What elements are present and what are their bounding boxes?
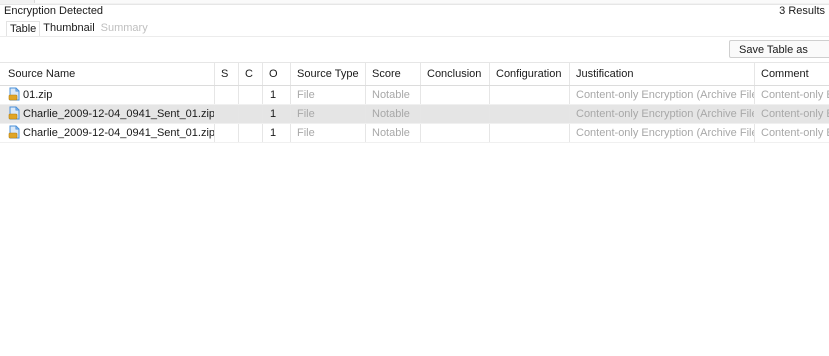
tab-summary: Summary xyxy=(100,22,148,34)
table-row[interactable]: 01.zip 1 File Notable Content-only Encry… xyxy=(0,86,829,105)
tab-thumbnail[interactable]: Thumbnail xyxy=(40,21,97,36)
source-type-cell: File xyxy=(291,105,366,123)
column-header-s[interactable]: S xyxy=(215,63,239,85)
configuration-cell xyxy=(490,124,570,142)
column-header-c[interactable]: C xyxy=(239,63,263,85)
column-header-source-type[interactable]: Source Type xyxy=(291,63,366,85)
conclusion-cell xyxy=(421,86,490,104)
source-name-text: Charlie_2009-12-04_0941_Sent_01.zip xyxy=(23,108,215,120)
file-zip-icon xyxy=(8,87,21,101)
top-strip-inner xyxy=(34,0,829,3)
table-header: Source Name S C O Source Type Score Conc… xyxy=(0,62,829,86)
configuration-cell xyxy=(490,86,570,104)
column-header-conclusion[interactable]: Conclusion xyxy=(421,63,490,85)
save-table-csv-button[interactable]: Save Table as CSV xyxy=(729,40,829,74)
justification-cell: Content-only Encryption (Archive File) xyxy=(570,105,755,123)
score-cell: Notable xyxy=(366,86,421,104)
table-row[interactable]: Charlie_2009-12-04_0941_Sent_01.zip 1 Fi… xyxy=(0,105,829,124)
o-cell: 1 xyxy=(263,124,291,142)
viewer-tabs: Table Thumbnail Summary xyxy=(6,21,151,36)
s-cell xyxy=(215,86,239,104)
s-cell xyxy=(215,124,239,142)
column-header-comment[interactable]: Comment xyxy=(755,63,829,85)
top-strip xyxy=(0,0,829,5)
comment-cell: Content-only Encryption (Archive File) xyxy=(761,108,829,120)
score-cell: Notable xyxy=(366,105,421,123)
results-count: 3 Results xyxy=(779,5,825,17)
source-type-cell: File xyxy=(291,86,366,104)
score-cell: Notable xyxy=(366,124,421,142)
table-row[interactable]: Charlie_2009-12-04_0941_Sent_01.zip 1 Fi… xyxy=(0,124,829,143)
c-cell xyxy=(239,86,263,104)
c-cell xyxy=(239,105,263,123)
source-name-text: Charlie_2009-12-04_0941_Sent_01.zip xyxy=(23,127,215,139)
results-table: Source Name S C O Source Type Score Conc… xyxy=(0,62,829,143)
s-cell xyxy=(215,105,239,123)
conclusion-cell xyxy=(421,124,490,142)
conclusion-cell xyxy=(421,105,490,123)
c-cell xyxy=(239,124,263,142)
file-zip-icon xyxy=(8,125,21,139)
comment-cell: Content-only Encryption (Archive File) xyxy=(761,89,829,101)
configuration-cell xyxy=(490,105,570,123)
tab-divider xyxy=(0,36,829,37)
column-header-configuration[interactable]: Configuration xyxy=(490,63,570,85)
comment-cell: Content-only Encryption (Archive File) xyxy=(761,127,829,139)
justification-cell: Content-only Encryption (Archive File) xyxy=(570,86,755,104)
tab-table[interactable]: Table xyxy=(6,21,41,36)
source-name-cell: Charlie_2009-12-04_0941_Sent_01.zip xyxy=(0,124,215,142)
column-header-justification[interactable]: Justification xyxy=(570,63,755,85)
column-header-source-name[interactable]: Source Name xyxy=(0,63,215,85)
column-header-o[interactable]: O xyxy=(263,63,291,85)
o-cell: 1 xyxy=(263,105,291,123)
page-title: Encryption Detected xyxy=(4,5,104,17)
column-header-score[interactable]: Score xyxy=(366,63,421,85)
source-name-cell: 01.zip xyxy=(0,86,215,104)
source-name-text: 01.zip xyxy=(23,89,53,101)
o-cell: 1 xyxy=(263,86,291,104)
source-type-cell: File xyxy=(291,124,366,142)
justification-cell: Content-only Encryption (Archive File) xyxy=(570,124,755,142)
file-zip-icon xyxy=(8,106,21,120)
source-name-cell: Charlie_2009-12-04_0941_Sent_01.zip xyxy=(0,105,215,123)
